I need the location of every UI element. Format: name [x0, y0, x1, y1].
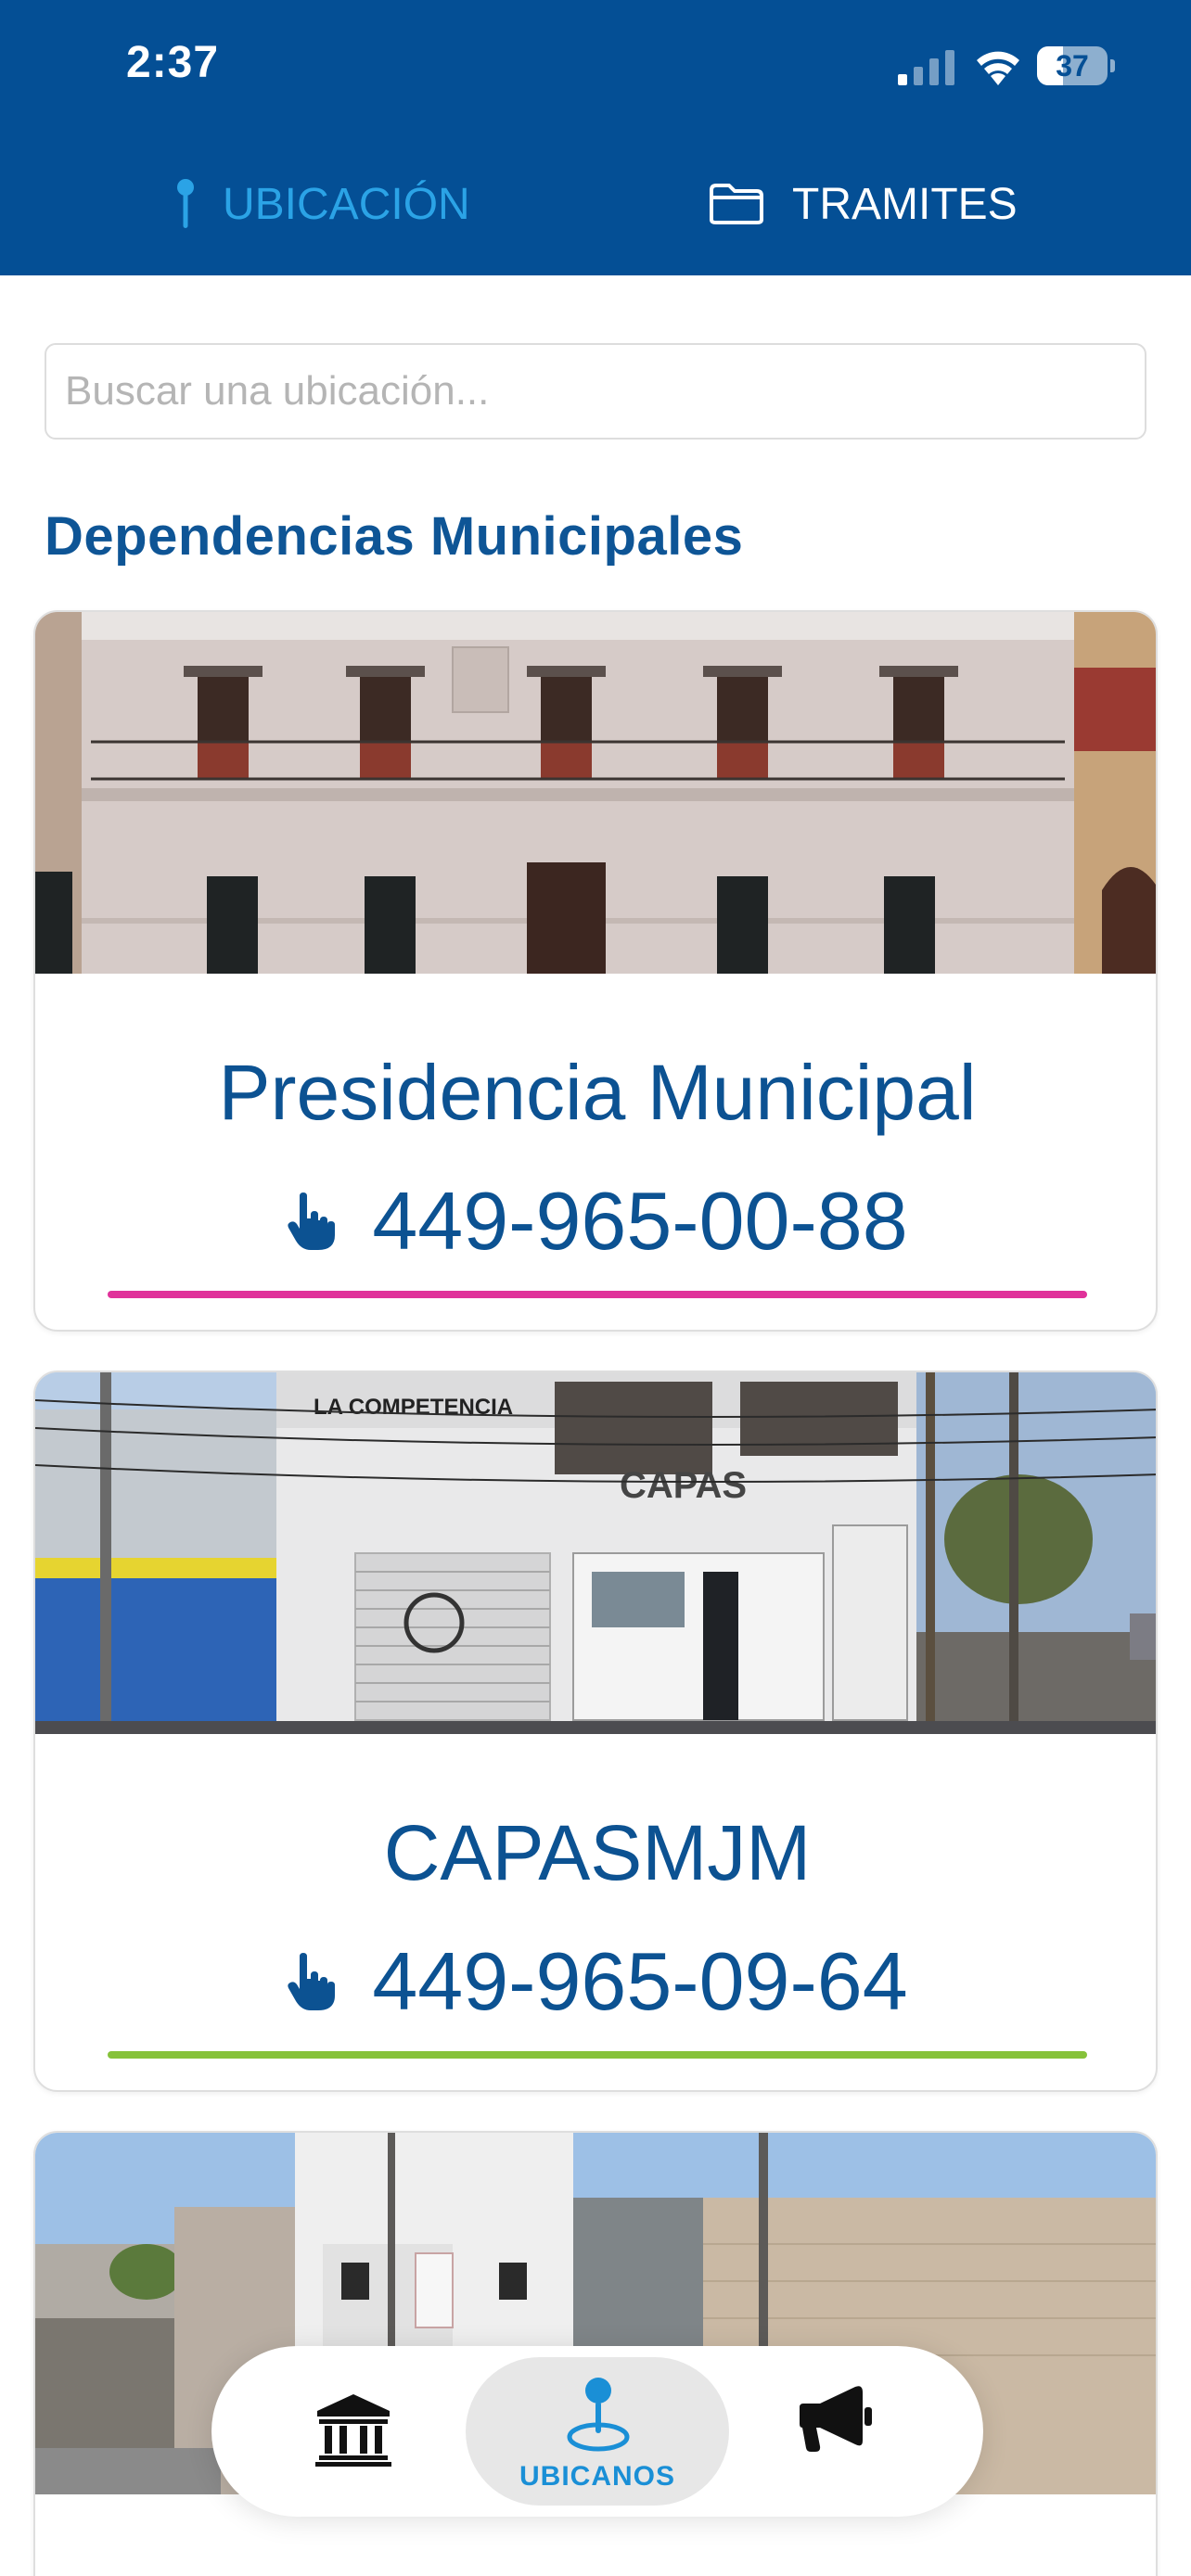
app-header: 2:37 37 UBICACIÓN TRAMITES: [0, 0, 1191, 275]
tab-tramites-label: TRAMITES: [792, 179, 1018, 229]
status-bar: 2:37 37: [0, 0, 1191, 139]
hand-pointer-icon: [288, 1953, 336, 2010]
tab-ubicacion[interactable]: UBICACIÓN: [176, 158, 470, 250]
pin-icon: [177, 179, 194, 228]
location-card[interactable]: Presidencia Municipal 449-965-00-88: [33, 610, 1158, 1332]
megaphone-icon: [800, 2386, 872, 2452]
svg-text:CAPAS: CAPAS: [620, 1465, 747, 1506]
app-screen: 2:37 37 UBICACIÓN TRAMITES Buscar una ub…: [0, 0, 1191, 2576]
location-pin-icon: [567, 2378, 630, 2452]
accent-line: [108, 2051, 1087, 2059]
section-title: Dependencias Municipales: [45, 506, 744, 567]
nav-ubicanos-label: UBICANOS: [519, 2461, 675, 2492]
tab-ubicacion-label: UBICACIÓN: [223, 179, 470, 229]
folder-icon: [710, 184, 763, 224]
building-columns-icon: [315, 2394, 391, 2467]
location-name: CAPASMJM: [383, 1809, 812, 1896]
tab-tramites[interactable]: TRAMITES: [709, 158, 1018, 250]
signal-icon: [898, 50, 954, 85]
accent-line: [108, 1291, 1087, 1298]
location-phone[interactable]: 449-965-09-64: [35, 1934, 1156, 2029]
search-input[interactable]: [45, 343, 1146, 440]
status-time: 2:37: [126, 38, 220, 87]
location-phone[interactable]: 449-965-00-88: [35, 1174, 1156, 1269]
phone-number: 449-965-09-64: [372, 1935, 908, 2027]
building-photo: CAPAS LA COMPETENCIA: [35, 1372, 1156, 1734]
bottom-nav: UBICANOS: [211, 2346, 983, 2517]
nav-dependencias[interactable]: [295, 2357, 416, 2506]
location-name: Presidencia Municipal: [218, 1049, 977, 1136]
nav-avisos[interactable]: [777, 2357, 898, 2506]
battery-indicator: 37: [1037, 46, 1115, 85]
hand-pointer-icon: [288, 1192, 336, 1250]
battery-level: 37: [1056, 49, 1089, 83]
nav-ubicanos[interactable]: UBICANOS: [466, 2357, 729, 2506]
phone-number: 449-965-00-88: [372, 1175, 908, 1267]
building-photo: [35, 612, 1156, 974]
location-card[interactable]: CAPAS LA COMPETENCIA CAPASMJM 449-965-09…: [33, 1371, 1158, 2092]
wifi-icon: [977, 51, 1019, 85]
top-tabs: UBICACIÓN TRAMITES: [0, 158, 1191, 250]
